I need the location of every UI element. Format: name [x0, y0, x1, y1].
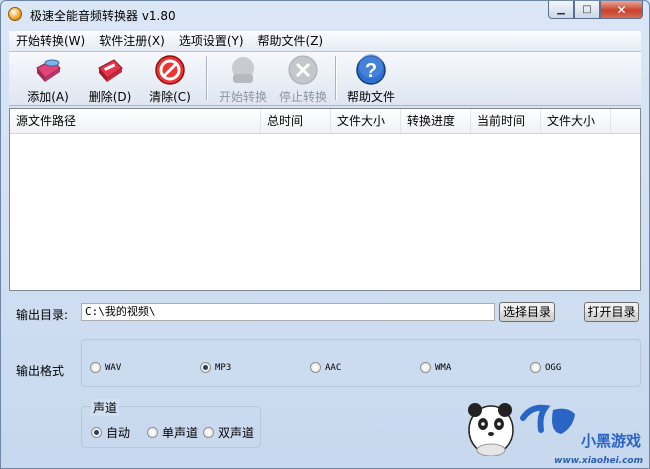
menu-start-convert[interactable]: 开始转换(W): [9, 31, 92, 51]
radio-indicator: [203, 427, 214, 438]
maximize-icon: □: [582, 4, 592, 15]
delete-button-label: 删除(D): [88, 90, 132, 104]
add-file-icon: [32, 54, 64, 86]
close-button[interactable]: ✕: [600, 1, 643, 19]
radio-indicator: [310, 362, 321, 373]
app-icon: [8, 7, 22, 21]
channel-radio-auto[interactable]: 自动: [91, 424, 130, 441]
format-radio-wma[interactable]: WMA: [420, 362, 451, 373]
app-window: 极速全能音频转换器 v1.80 ▁ □ ✕ 开始转换(W) 软件注册(X) 选项…: [0, 0, 650, 469]
add-button[interactable]: 添加(A): [25, 54, 71, 104]
radio-indicator: [420, 362, 431, 373]
title-bar: 极速全能音频转换器 v1.80 ▁ □ ✕: [1, 1, 649, 29]
radio-indicator: [200, 362, 211, 373]
column-file-size[interactable]: 文件大小: [331, 109, 401, 133]
watermark-url: www.xiaohei.com: [554, 456, 643, 466]
file-list[interactable]: 源文件路径 总时间 文件大小 转换进度 当前时间 文件大小: [9, 108, 641, 291]
column-progress[interactable]: 转换进度: [401, 109, 471, 133]
output-dir-input[interactable]: C:\我的视频\: [81, 303, 495, 321]
file-list-header: 源文件路径 总时间 文件大小 转换进度 当前时间 文件大小: [10, 109, 640, 134]
help-button-label: 帮助文件: [346, 90, 395, 104]
maximize-button[interactable]: □: [574, 1, 600, 19]
clear-button[interactable]: 清除(C): [147, 54, 193, 104]
column-source-path[interactable]: 源文件路径: [10, 109, 261, 133]
choose-dir-button[interactable]: 选择目录: [499, 302, 555, 322]
window-title: 极速全能音频转换器 v1.80: [30, 9, 176, 23]
stop-convert-button[interactable]: 停止转换: [275, 54, 331, 104]
channel-group-title: 声道: [91, 399, 120, 416]
channel-radio-stereo[interactable]: 双声道: [203, 424, 254, 441]
format-radio-aac[interactable]: AAC: [310, 362, 341, 373]
toolbar-separator: [335, 56, 337, 100]
menu-register[interactable]: 软件注册(X): [92, 31, 172, 51]
channel-radio-mono[interactable]: 单声道: [147, 424, 198, 441]
output-format-label: 输出格式: [16, 364, 65, 378]
column-total-time[interactable]: 总时间: [261, 109, 331, 133]
menu-options[interactable]: 选项设置(Y): [172, 31, 251, 51]
format-radio-wav[interactable]: WAV: [90, 362, 121, 373]
start-convert-button[interactable]: 开始转换: [215, 54, 271, 104]
format-radio-mp3[interactable]: MP3: [200, 362, 231, 373]
open-dir-button[interactable]: 打开目录: [584, 302, 639, 322]
minimize-icon: ▁: [557, 4, 565, 15]
radio-indicator: [147, 427, 158, 438]
close-icon: ✕: [616, 2, 627, 17]
format-radio-ogg[interactable]: OGG: [530, 362, 561, 373]
radio-indicator: [90, 362, 101, 373]
column-current-time[interactable]: 当前时间: [471, 109, 541, 133]
start-convert-label: 开始转换: [218, 90, 267, 104]
radio-indicator: [530, 362, 541, 373]
menu-help[interactable]: 帮助文件(Z): [251, 31, 331, 51]
stop-convert-label: 停止转换: [278, 90, 327, 104]
help-button[interactable]: ? 帮助文件: [343, 54, 399, 104]
window-controls: ▁ □ ✕: [548, 1, 643, 20]
add-button-label: 添加(A): [27, 90, 69, 104]
stop-convert-icon: [287, 54, 319, 86]
column-output-size[interactable]: 文件大小: [541, 109, 611, 133]
clear-button-label: 清除(C): [149, 90, 191, 104]
radio-indicator: [91, 427, 102, 438]
menu-bar: 开始转换(W) 软件注册(X) 选项设置(Y) 帮助文件(Z): [9, 31, 641, 52]
start-convert-icon: [227, 54, 259, 86]
toolbar: 添加(A) 删除(D) 清除(C) 开始转换 停止转换 ? 帮助文件: [9, 52, 641, 106]
clear-icon: [154, 54, 186, 86]
delete-button[interactable]: 删除(D): [87, 54, 133, 104]
output-dir-label: 输出目录:: [16, 308, 69, 322]
minimize-button[interactable]: ▁: [548, 1, 574, 19]
svg-text:?: ?: [365, 60, 377, 82]
toolbar-separator: [206, 56, 208, 100]
help-icon: ?: [355, 54, 387, 86]
watermark-brand: 小黑游戏: [581, 432, 641, 450]
delete-file-icon: [94, 54, 126, 86]
